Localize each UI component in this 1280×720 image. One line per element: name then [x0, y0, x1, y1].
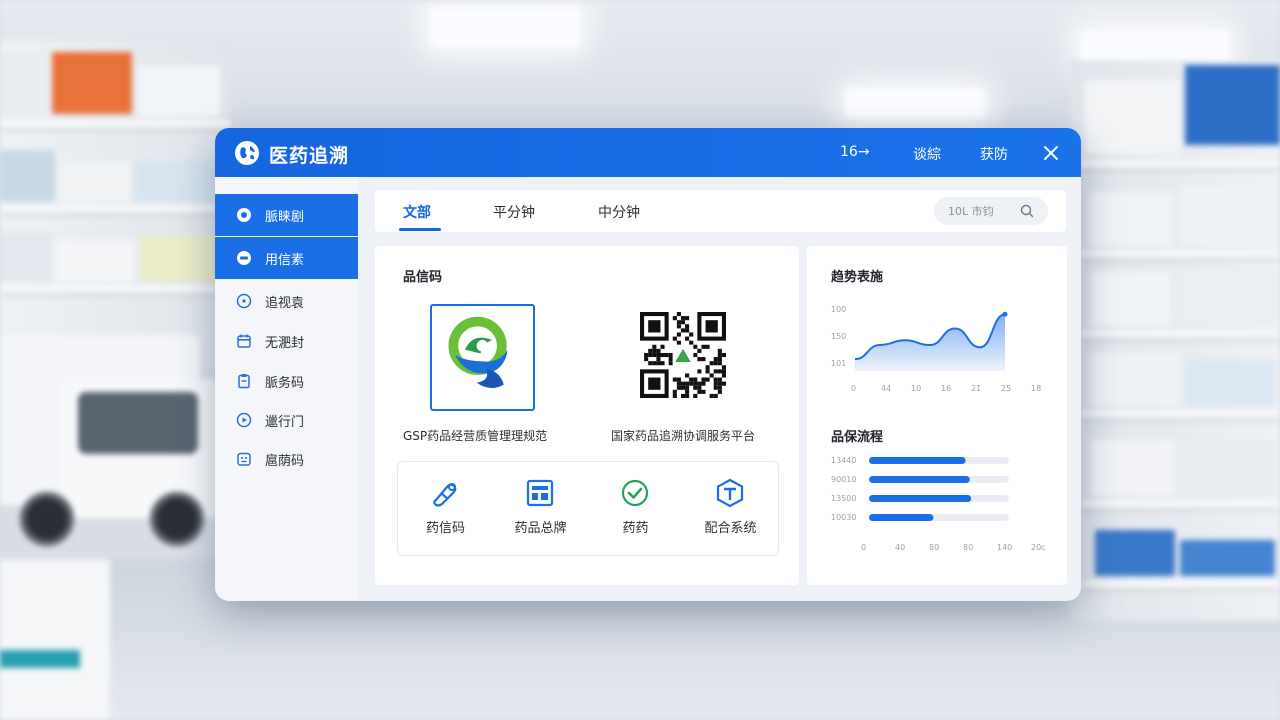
- sidebar-item-label: 脈睐剧: [265, 210, 305, 225]
- shield-icon: [716, 478, 744, 508]
- tab-option[interactable]: 中分钟: [598, 202, 640, 222]
- x-tick-label: 10: [911, 384, 921, 393]
- feature-label: 配合系统: [704, 521, 757, 536]
- bar: [869, 476, 970, 483]
- feature-label: 药品总牌: [514, 521, 567, 536]
- feature-item[interactable]: 药信码: [398, 462, 493, 555]
- sidebar-item-label: 扈荫码: [265, 454, 305, 469]
- x-tick-label: 25: [1001, 384, 1011, 393]
- tab-option[interactable]: 平分钟: [493, 202, 535, 222]
- trend-area-chart: 100 150 101 0 44 10 16 21 25 18: [831, 305, 1041, 393]
- bar: [869, 457, 966, 464]
- area-fill: [855, 314, 1005, 371]
- active-tab-indicator: [399, 228, 441, 231]
- record-icon: [237, 208, 251, 222]
- sidebar-item[interactable]: 无淝封: [215, 320, 358, 362]
- brand-logo-icon: [448, 316, 508, 389]
- bar-category-label: 10030: [831, 513, 856, 522]
- feature-item[interactable]: 配合系统: [683, 462, 778, 555]
- x-tick-label: 21: [971, 384, 981, 393]
- qr-code-icon[interactable]: [640, 312, 726, 398]
- bar-category-label: 90010: [831, 475, 856, 484]
- card-caption: 国家药品追溯协调服务平台: [611, 429, 756, 443]
- sidebar-item-label: 邋行门: [265, 415, 305, 430]
- x-tick-label: 80: [929, 543, 939, 552]
- y-tick-label: 100: [831, 305, 846, 314]
- y-tick-label: 150: [831, 332, 846, 341]
- bar-chart-title: 品保流程: [831, 430, 884, 445]
- sidebar-item[interactable]: 用信素: [215, 237, 358, 279]
- close-icon[interactable]: [1041, 143, 1061, 163]
- calendar-icon: [237, 334, 251, 348]
- feature-row: 药信码 药品总牌 药药 配合系统: [397, 461, 779, 556]
- sidebar-item-label: 用信素: [265, 253, 305, 268]
- sidebar: 脈睐剧 用信素 追视袁 无淝封 脈务码 邋行门 扈荫码: [215, 177, 358, 601]
- bar: [869, 495, 972, 502]
- trend-chart-title: 趋势表施: [831, 270, 884, 285]
- search-icon[interactable]: [1020, 204, 1034, 218]
- header-nav-item[interactable]: 16→: [840, 144, 870, 160]
- sidebar-item[interactable]: 脈睐剧: [215, 194, 358, 236]
- bar-category-label: 13440: [831, 456, 856, 465]
- tab-bar: 文部 平分钟 中分钟: [375, 190, 1066, 232]
- sidebar-item-label: 脈务码: [265, 376, 305, 391]
- feature-item[interactable]: 药药: [588, 462, 683, 555]
- x-tick-label: 0: [851, 384, 856, 393]
- main-panel: 品信码 GSP药品经营质管理理规范 国家药品追溯协调服务平台 药信码 药品总牌 …: [375, 246, 799, 585]
- data-point: [1002, 311, 1008, 317]
- card-caption: GSP药品经营质管理理规范: [403, 429, 548, 443]
- x-tick-label: 80: [963, 543, 973, 552]
- sidebar-item-label: 无淝封: [265, 336, 305, 351]
- x-tick-label: 140: [997, 543, 1012, 552]
- app-title: 医药追溯: [269, 145, 350, 167]
- bar: [869, 514, 934, 521]
- play-circle-icon: [236, 412, 252, 428]
- clipboard-icon: [238, 374, 250, 389]
- clock-icon: [236, 293, 252, 309]
- header-nav-item[interactable]: 获防: [980, 144, 1008, 164]
- x-tick-label: 44: [881, 384, 891, 393]
- feature-label: 药药: [622, 521, 649, 536]
- header-nav-item[interactable]: 谈綜: [913, 144, 941, 164]
- sidebar-item[interactable]: 脈务码: [215, 360, 358, 402]
- search-box: [934, 197, 1048, 225]
- sidebar-item[interactable]: 邋行门: [215, 399, 358, 441]
- tab-all[interactable]: 文部: [403, 202, 431, 222]
- check-circle-icon: [621, 479, 649, 507]
- panel-title: 品信码: [403, 270, 443, 285]
- x-tick-label: 16: [941, 384, 951, 393]
- bar-category-label: 13500: [831, 494, 856, 503]
- x-tick-label: 40: [895, 543, 905, 552]
- face-icon: [237, 452, 251, 466]
- charts-panel: 趋势表施 100 150 101 0 44 10 16 21 25 18 品保流程 13440 90…: [807, 246, 1067, 585]
- progress-bar-chart: 13440 90010 13500 10030 0 40 80 80 140 20c: [831, 456, 1046, 552]
- feature-item[interactable]: 药品总牌: [493, 462, 588, 555]
- dashboard-icon: [526, 479, 554, 507]
- brand-logo-card[interactable]: [430, 304, 535, 411]
- title-bar: 医药追溯 16→ 谈綜 获防: [215, 128, 1081, 177]
- minus-circle-icon: [237, 251, 251, 265]
- x-tick-label: 18: [1031, 384, 1041, 393]
- x-tick-label: 20c: [1031, 543, 1046, 552]
- x-tick-label: 0: [861, 543, 866, 552]
- sidebar-item-label: 追视袁: [265, 296, 305, 311]
- globe-logo-icon: [235, 141, 259, 165]
- y-tick-label: 101: [831, 359, 846, 368]
- search-input[interactable]: [948, 202, 1018, 220]
- sidebar-item[interactable]: 追视袁: [215, 280, 358, 322]
- pill-icon: [433, 483, 457, 507]
- sidebar-item[interactable]: 扈荫码: [215, 438, 358, 480]
- feature-label: 药信码: [425, 521, 465, 536]
- app-window: 医药追溯 16→ 谈綜 获防 脈睐剧 用信素 追视袁 无淝封 脈务码 邋行门 扈…: [215, 128, 1081, 601]
